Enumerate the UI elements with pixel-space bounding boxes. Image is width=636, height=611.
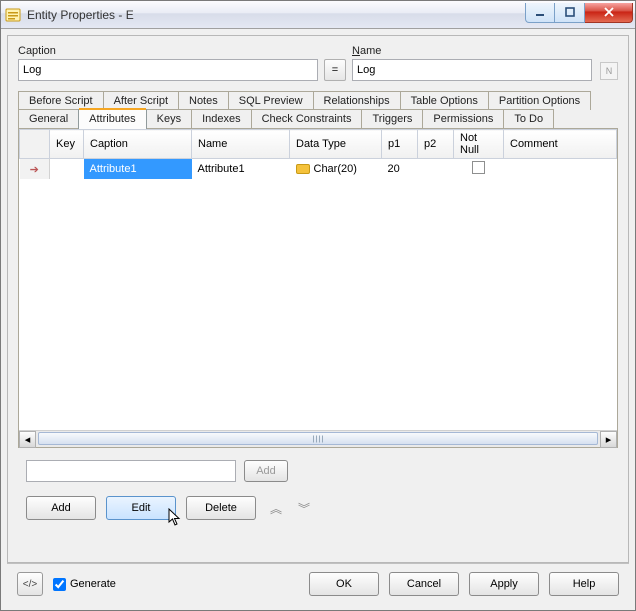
col-header-gutter[interactable] (20, 130, 50, 159)
sql-script-button[interactable]: </> (17, 572, 43, 596)
tab-table-options[interactable]: Table Options (400, 91, 489, 110)
tab-check-constraints[interactable]: Check Constraints (251, 109, 363, 128)
col-header-data-type[interactable]: Data Type (290, 130, 382, 159)
col-header-caption[interactable]: Caption (84, 130, 192, 159)
datatype-icon (296, 164, 310, 174)
quick-add-input[interactable] (26, 460, 236, 482)
cell-p2[interactable] (418, 159, 454, 180)
apply-button[interactable]: Apply (469, 572, 539, 596)
cell-caption[interactable]: Attribute1 (84, 159, 192, 180)
col-header-p1[interactable]: p1 (382, 130, 418, 159)
app-icon (5, 7, 21, 23)
cancel-button[interactable]: Cancel (389, 572, 459, 596)
caption-input[interactable] (18, 59, 318, 81)
tab-notes[interactable]: Notes (178, 91, 229, 110)
generate-label: Generate (70, 578, 116, 590)
edit-button[interactable]: Edit (106, 496, 176, 520)
col-header-name[interactable]: Name (192, 130, 290, 159)
tab-sql-preview[interactable]: SQL Preview (228, 91, 314, 110)
window-title: Entity Properties - E (27, 8, 525, 22)
tab-relationships[interactable]: Relationships (313, 91, 401, 110)
tab-indexes[interactable]: Indexes (191, 109, 252, 128)
name-label: Name (352, 45, 592, 57)
tab-triggers[interactable]: Triggers (361, 109, 423, 128)
cell-notnull[interactable] (454, 159, 504, 180)
cell-datatype[interactable]: Char(20) (290, 159, 382, 180)
move-up-icon[interactable]: ︽ (266, 500, 284, 517)
table-row[interactable]: ➔ Attribute1 Attribute1 Char(20) 20 (20, 159, 617, 180)
cell-name[interactable]: Attribute1 (192, 159, 290, 180)
quick-add-button[interactable]: Add (244, 460, 288, 482)
tab-to-do[interactable]: To Do (503, 109, 554, 128)
minimize-button[interactable] (525, 3, 555, 23)
add-button[interactable]: Add (26, 496, 96, 520)
caption-label: Caption (18, 45, 318, 57)
col-header-p2[interactable]: p2 (418, 130, 454, 159)
horizontal-scrollbar[interactable]: ◂ ▸ (19, 430, 617, 447)
row-indicator-icon: ➔ (20, 159, 50, 180)
close-button[interactable] (585, 3, 633, 23)
cell-key[interactable] (50, 159, 84, 180)
tab-keys[interactable]: Keys (146, 109, 192, 128)
col-header-comment[interactable]: Comment (504, 130, 617, 159)
name-input[interactable] (352, 59, 592, 81)
ok-button[interactable]: OK (309, 572, 379, 596)
move-down-icon[interactable]: ︾ (294, 500, 312, 517)
tab-attributes[interactable]: Attributes (78, 109, 146, 129)
tab-permissions[interactable]: Permissions (422, 109, 504, 128)
tab-general[interactable]: General (18, 109, 79, 128)
help-button[interactable]: Help (549, 572, 619, 596)
scroll-right-button[interactable]: ▸ (600, 431, 617, 448)
scroll-left-button[interactable]: ◂ (19, 431, 36, 448)
titlebar: Entity Properties - E (1, 1, 635, 29)
tab-partition-options[interactable]: Partition Options (488, 91, 591, 110)
sync-names-button[interactable]: = (324, 59, 346, 81)
name-aux-badge[interactable]: N (600, 62, 618, 80)
delete-button[interactable]: Delete (186, 496, 256, 520)
maximize-button[interactable] (555, 3, 585, 23)
cell-comment[interactable] (504, 159, 617, 180)
cell-p1[interactable]: 20 (382, 159, 418, 180)
generate-checkbox-input[interactable] (53, 578, 66, 591)
generate-checkbox[interactable]: Generate (53, 578, 116, 591)
scroll-thumb[interactable] (38, 432, 598, 445)
notnull-checkbox[interactable] (472, 161, 485, 174)
attributes-grid[interactable]: KeyCaptionNameData Typep1p2Not NullComme… (19, 129, 617, 430)
col-header-not-null[interactable]: Not Null (454, 130, 504, 159)
col-header-key[interactable]: Key (50, 130, 84, 159)
